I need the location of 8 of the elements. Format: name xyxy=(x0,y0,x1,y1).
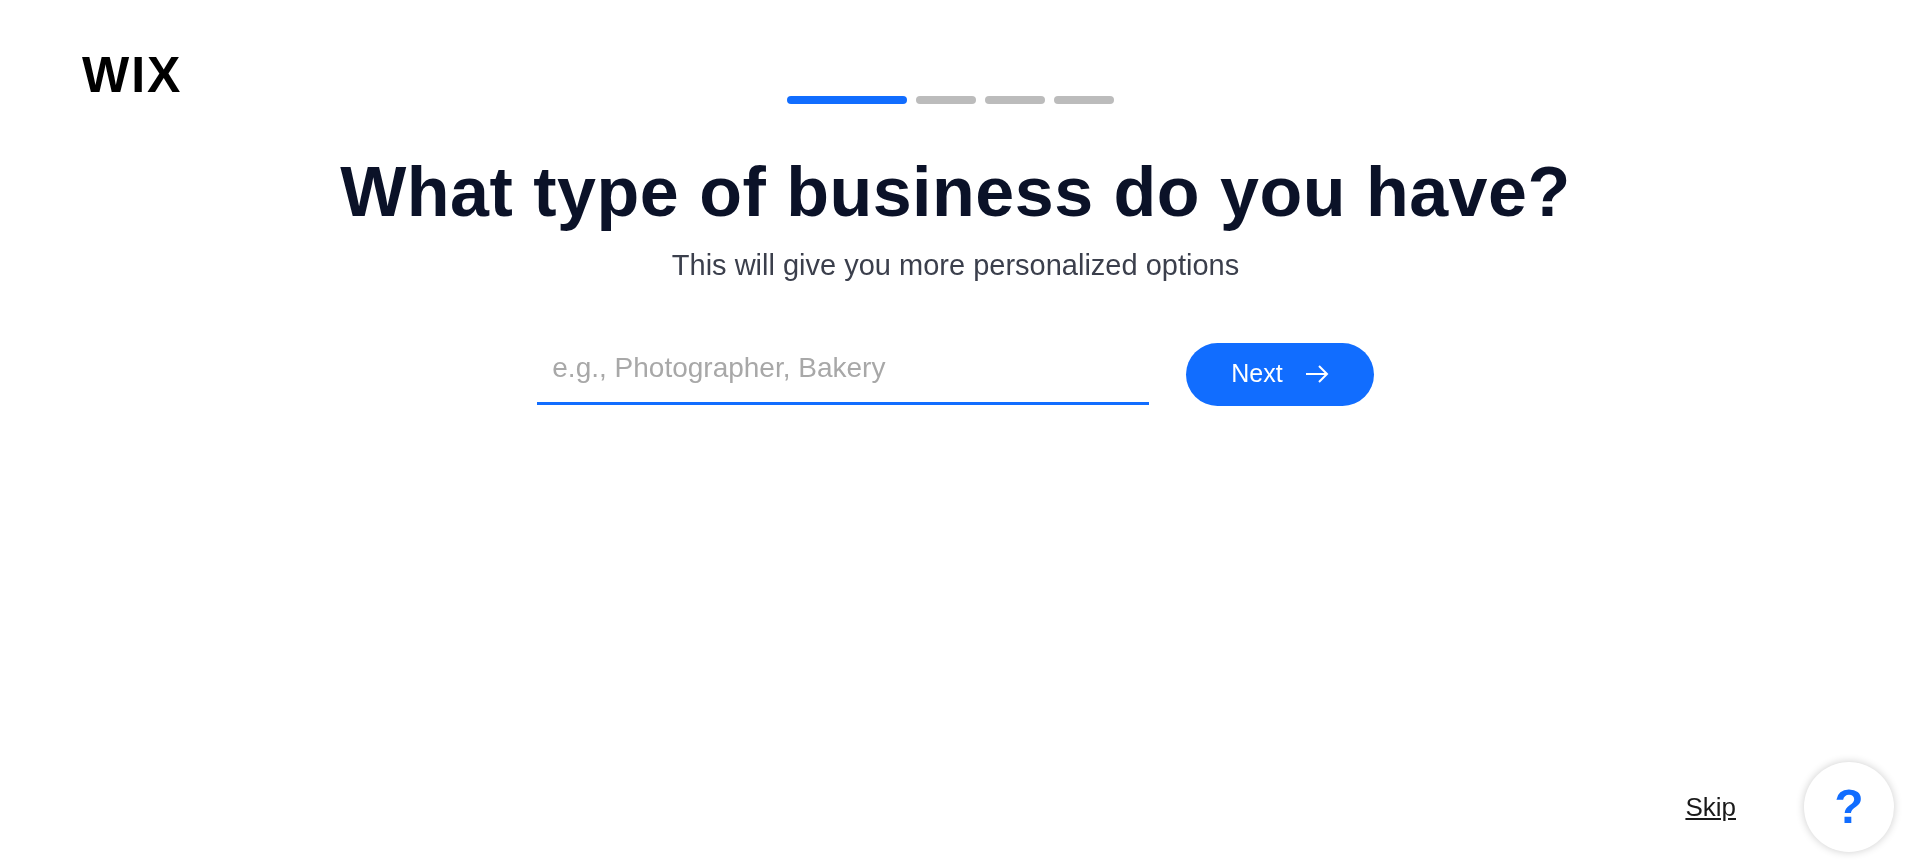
business-input-field[interactable]: e.g., Photographer, Bakery xyxy=(537,333,1150,405)
next-button[interactable]: Next xyxy=(1186,342,1374,406)
help-button[interactable]: ? xyxy=(1804,762,1894,852)
page-subtitle: This will give you more personalized options xyxy=(671,248,1240,283)
arrow-right-icon xyxy=(1304,365,1329,383)
page-heading: What type of business do you have? xyxy=(340,152,1571,233)
skip-link[interactable]: Skip xyxy=(1685,787,1736,827)
logo[interactable]: WIX xyxy=(82,50,183,100)
